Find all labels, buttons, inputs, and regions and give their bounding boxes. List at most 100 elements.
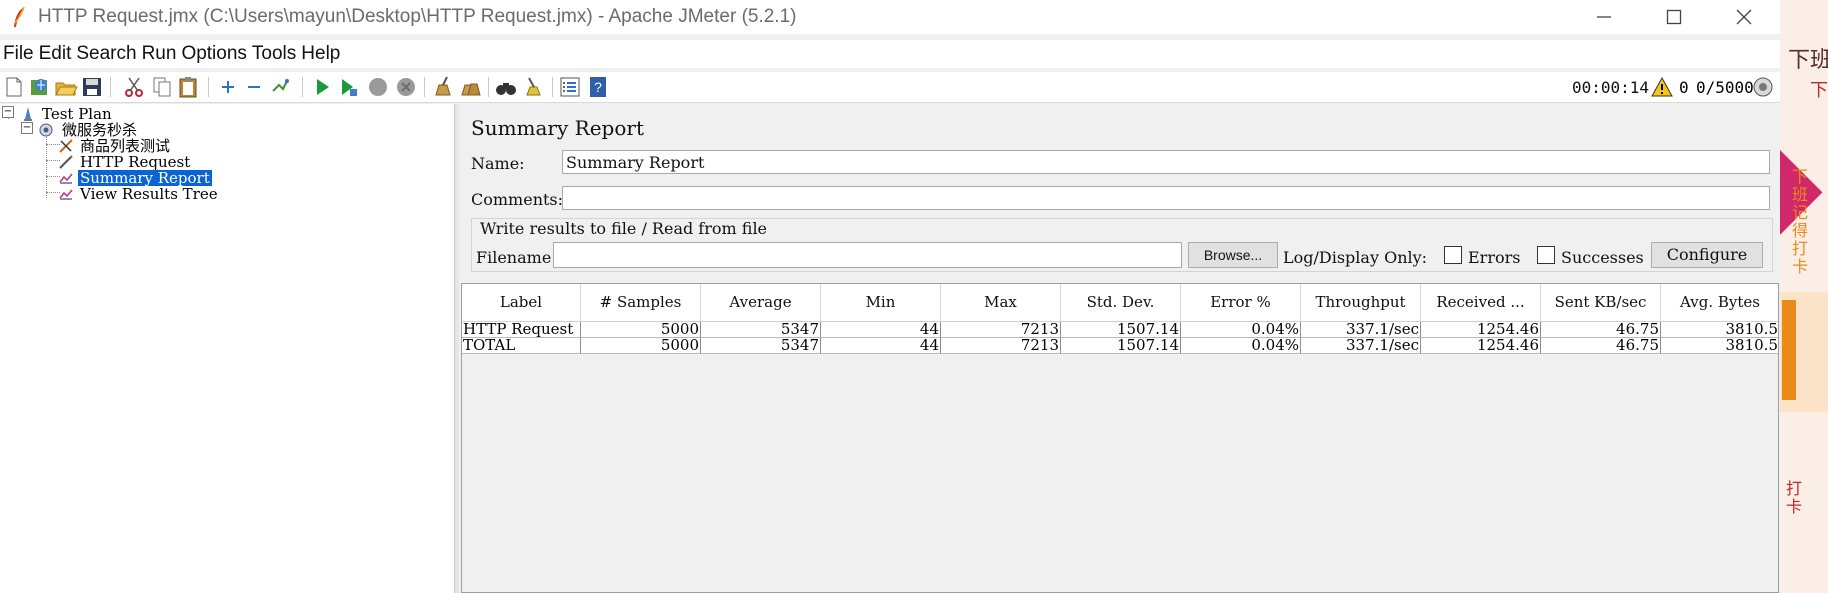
name-field[interactable]: Summary Report bbox=[562, 150, 1770, 174]
toggle-icon bbox=[272, 79, 289, 92]
configure-button[interactable]: Configure bbox=[1651, 242, 1763, 268]
toolbar-separator bbox=[488, 77, 489, 97]
reset-search-icon bbox=[526, 77, 541, 96]
menu-search[interactable]: Search bbox=[76, 40, 136, 68]
toggle-button[interactable] bbox=[268, 75, 292, 99]
close-button[interactable] bbox=[1716, 0, 1772, 34]
table-cell: TOTAL bbox=[462, 338, 581, 354]
table-cell: 0.04% bbox=[1181, 338, 1301, 354]
copy-icon bbox=[153, 77, 171, 97]
test-plan-tree: − Test Plan − 微服务秒杀 商品列表测试 HTTP Request … bbox=[0, 104, 455, 593]
toolbar-separator bbox=[302, 77, 303, 97]
remote-status-icon bbox=[1753, 77, 1773, 97]
paste-button[interactable] bbox=[176, 75, 200, 99]
table-cell: 3810.5 bbox=[1661, 322, 1778, 338]
list-icon bbox=[560, 77, 580, 97]
table-cell: 5000 bbox=[581, 322, 701, 338]
http-request-icon bbox=[59, 155, 73, 169]
errors-checkbox[interactable] bbox=[1444, 246, 1462, 264]
templates-button[interactable] bbox=[28, 75, 52, 99]
column-header-received[interactable]: Received ... bbox=[1421, 284, 1541, 322]
table-cell: 5000 bbox=[581, 338, 701, 354]
column-header-sent[interactable]: Sent KB/sec bbox=[1541, 284, 1661, 322]
background-text: 下 bbox=[1810, 80, 1828, 101]
table-row-total[interactable]: TOTAL 5000 5347 44 7213 1507.14 0.04% 33… bbox=[462, 338, 1778, 354]
paste-icon bbox=[179, 77, 197, 98]
tree-item-label: Summary Report bbox=[77, 169, 213, 187]
background-text: 打卡 bbox=[1786, 479, 1803, 516]
menu-bar: File Edit Search Run Options Tools Help bbox=[0, 40, 1780, 68]
successes-checkbox[interactable] bbox=[1537, 246, 1555, 264]
start-button[interactable] bbox=[310, 75, 334, 99]
panel-title: Summary Report bbox=[471, 116, 644, 140]
table-cell: 337.1/sec bbox=[1301, 322, 1421, 338]
templates-icon bbox=[31, 79, 47, 95]
tree-item-label: HTTP Request bbox=[80, 153, 191, 171]
warning-icon[interactable] bbox=[1651, 77, 1673, 97]
toolbar-separator bbox=[552, 77, 553, 97]
broom-icon bbox=[435, 76, 451, 96]
save-icon bbox=[83, 78, 101, 96]
broom-all-icon bbox=[461, 83, 481, 96]
cut-button[interactable] bbox=[122, 75, 146, 99]
column-header-throughput[interactable]: Throughput bbox=[1301, 284, 1421, 322]
column-header-avg-bytes[interactable]: Avg. Bytes bbox=[1661, 284, 1778, 322]
function-helper-button[interactable] bbox=[558, 75, 582, 99]
toolbar-separator bbox=[208, 77, 209, 97]
collapse-all-button[interactable] bbox=[242, 75, 266, 99]
comments-label: Comments: bbox=[471, 190, 564, 209]
column-header-max[interactable]: Max bbox=[941, 284, 1061, 322]
open-folder-icon bbox=[55, 82, 78, 96]
menu-options[interactable]: Options bbox=[181, 40, 246, 68]
help-button[interactable]: ? bbox=[586, 75, 610, 99]
expand-all-button[interactable] bbox=[216, 75, 240, 99]
collapse-toggle[interactable]: − bbox=[2, 106, 14, 118]
column-header-error-percent[interactable]: Error % bbox=[1181, 284, 1301, 322]
open-button[interactable] bbox=[54, 75, 78, 99]
play-icon bbox=[317, 79, 329, 95]
collapse-toggle[interactable]: − bbox=[21, 122, 33, 134]
clear-button[interactable] bbox=[430, 75, 454, 99]
successes-label: Successes bbox=[1561, 248, 1644, 267]
pane-splitter[interactable] bbox=[455, 104, 459, 593]
comments-field[interactable] bbox=[562, 186, 1770, 210]
menu-tools[interactable]: Tools bbox=[252, 40, 296, 68]
column-header-std-dev[interactable]: Std. Dev. bbox=[1061, 284, 1181, 322]
maximize-button[interactable] bbox=[1646, 0, 1702, 34]
search-button[interactable] bbox=[494, 75, 518, 99]
active-threads: 0/5000 bbox=[1696, 78, 1754, 97]
menu-file[interactable]: File bbox=[3, 40, 34, 68]
name-label: Name: bbox=[471, 154, 525, 173]
clear-all-button[interactable] bbox=[458, 75, 482, 99]
start-no-pauses-button[interactable] bbox=[336, 75, 360, 99]
toolbar-separator bbox=[424, 77, 425, 97]
shutdown-button[interactable] bbox=[394, 75, 418, 99]
reset-search-button[interactable] bbox=[522, 75, 546, 99]
menu-run[interactable]: Run bbox=[142, 40, 177, 68]
column-header-samples[interactable]: # Samples bbox=[581, 284, 701, 322]
stop-button[interactable] bbox=[366, 75, 390, 99]
column-header-label[interactable]: Label bbox=[462, 284, 581, 322]
minimize-button[interactable] bbox=[1576, 0, 1632, 34]
close-icon bbox=[1736, 9, 1752, 25]
table-cell: HTTP Request bbox=[462, 322, 581, 338]
listener-icon bbox=[59, 189, 73, 200]
thread-group-icon bbox=[39, 123, 53, 137]
table-row[interactable]: HTTP Request 5000 5347 44 7213 1507.14 0… bbox=[462, 322, 1778, 338]
filename-field[interactable] bbox=[553, 242, 1182, 268]
svg-text:?: ? bbox=[594, 79, 602, 95]
copy-button[interactable] bbox=[150, 75, 174, 99]
menu-edit[interactable]: Edit bbox=[39, 40, 72, 68]
window-title: HTTP Request.jmx (C:\Users\mayun\Desktop… bbox=[38, 6, 797, 27]
save-button[interactable] bbox=[80, 75, 104, 99]
browse-button[interactable]: Browse... bbox=[1188, 242, 1278, 268]
table-cell: 7213 bbox=[941, 338, 1061, 354]
maximize-icon bbox=[1666, 9, 1682, 25]
column-header-min[interactable]: Min bbox=[821, 284, 941, 322]
menu-help[interactable]: Help bbox=[301, 40, 340, 68]
table-cell: 5347 bbox=[701, 338, 821, 354]
new-button[interactable] bbox=[2, 75, 26, 99]
table-cell: 44 bbox=[821, 322, 941, 338]
write-results-group-title: Write results to file / Read from file bbox=[478, 219, 770, 238]
column-header-average[interactable]: Average bbox=[701, 284, 821, 322]
